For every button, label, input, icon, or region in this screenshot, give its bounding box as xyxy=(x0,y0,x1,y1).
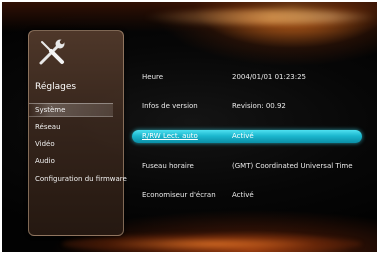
row-label: Fuseau horaire xyxy=(142,162,194,170)
row-value: 2004/01/01 01:23:25 xyxy=(232,73,307,81)
settings-sidebar: Réglages Système Réseau Vidéo Audio Conf… xyxy=(28,30,127,236)
sidebar-item-firmware-config[interactable]: Configuration du firmware xyxy=(35,175,127,183)
row-value: (GMT) Coordinated Universal Time xyxy=(232,162,353,170)
top-glow-streak xyxy=(142,10,377,24)
sidebar-title: Réglages xyxy=(35,82,77,92)
sidebar-item-audio[interactable]: Audio xyxy=(35,157,55,165)
sidebar-item-reseau[interactable]: Réseau xyxy=(35,123,61,131)
bottom-glow xyxy=(62,234,362,252)
tools-icon xyxy=(39,39,65,65)
row-label: Heure xyxy=(142,73,164,81)
sidebar-item-systeme[interactable]: Système xyxy=(29,103,113,117)
row-value: Revision: 00.92 xyxy=(232,102,286,110)
row-label: R/RW Lect. auto xyxy=(142,132,198,140)
sidebar-item-video[interactable]: Vidéo xyxy=(35,140,55,148)
row-value: Activé xyxy=(232,191,254,199)
row-label: Economiseur d'écran xyxy=(142,191,216,199)
settings-screen: Réglages Système Réseau Vidéo Audio Conf… xyxy=(2,2,377,252)
row-value: Activé xyxy=(232,132,254,140)
row-label: Infos de version xyxy=(142,102,198,110)
